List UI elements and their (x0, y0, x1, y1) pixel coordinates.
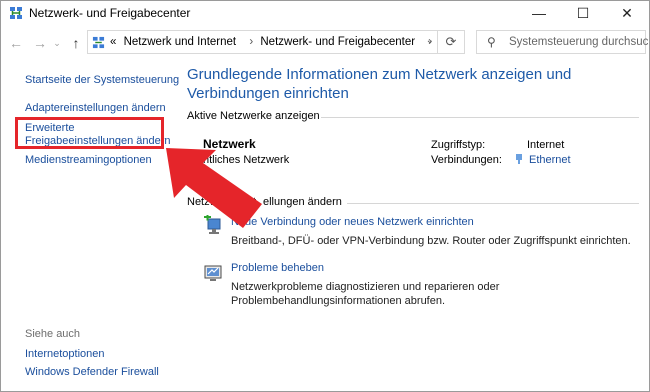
see-also-firewall[interactable]: Windows Defender Firewall (25, 365, 159, 379)
sidebar-item-media-streaming[interactable]: Medienstreamingoptionen (25, 153, 152, 167)
control-panel-window: Netzwerk- und Freigabecenter — ☐ ✕ ← → ⌄… (0, 0, 650, 392)
network-type: ntliches Netzwerk (203, 154, 290, 166)
minimize-button[interactable]: — (517, 1, 561, 25)
new-connection-icon (204, 215, 221, 234)
change-settings-visible-start: Netzwerkeinst (187, 196, 257, 208)
access-type-label: Zugriffstyp: (431, 139, 486, 151)
task-new-connection-desc: Breitband-, DFÜ- oder VPN-Verbindung bzw… (231, 235, 631, 247)
ethernet-link[interactable]: Ethernet (529, 154, 571, 166)
search-box[interactable]: ⚲ Systemsteuerung durchsuch... (476, 30, 649, 54)
navigation-bar: ← → ⌄ ↑ « Netzwerk und Internet › Netzwe… (1, 30, 649, 56)
connections-label: Verbindungen: (431, 154, 502, 166)
annotation-highlight-box (15, 117, 164, 149)
divider (321, 117, 639, 118)
network-location-icon (92, 36, 105, 49)
search-input[interactable]: Systemsteuerung durchsuch... (509, 36, 649, 48)
address-bar[interactable]: « Netzwerk und Internet › Netzwerk- und … (87, 30, 465, 54)
troubleshoot-icon (204, 265, 222, 281)
network-name: Netzwerk (203, 137, 256, 151)
breadcrumb: « Netzwerk und Internet › Netzwerk- und … (110, 36, 436, 48)
recent-dropdown-icon[interactable]: ⌄ (52, 34, 62, 52)
refresh-button[interactable]: ⟳ (437, 31, 464, 53)
breadcrumb-network-center[interactable]: Netzwerk- und Freigabecenter (260, 36, 415, 48)
close-button[interactable]: ✕ (605, 1, 649, 25)
task-new-connection-link[interactable]: Neue Verbindung oder neues Netzwerk einr… (231, 216, 474, 228)
breadcrumb-overflow[interactable]: « (110, 36, 116, 48)
ethernet-icon (516, 154, 522, 164)
maximize-button[interactable]: ☐ (561, 1, 605, 25)
chevron-down-icon[interactable]: ⌄ (426, 35, 434, 46)
active-networks-heading: Aktive Netzwerke anzeigen (187, 110, 320, 122)
sidebar-item-home[interactable]: Startseite der Systemsteuerung (25, 73, 179, 87)
search-icon: ⚲ (487, 35, 496, 49)
task-troubleshoot-link[interactable]: Probleme beheben (231, 262, 324, 274)
forward-arrow-icon[interactable]: → (31, 34, 49, 52)
breadcrumb-network-internet[interactable]: Netzwerk und Internet (124, 36, 237, 48)
up-arrow-icon[interactable]: ↑ (67, 34, 85, 52)
back-arrow-icon[interactable]: ← (7, 34, 25, 52)
sidebar-item-adapter-settings[interactable]: Adaptereinstellungen ändern (25, 101, 166, 115)
title-bar[interactable]: Netzwerk- und Freigabecenter — ☐ ✕ (1, 1, 649, 25)
see-also-heading: Siehe auch (25, 328, 81, 340)
task-troubleshoot-desc: Netzwerkprobleme diagnostizieren und rep… (231, 281, 500, 307)
page-title: Grundlegende Informationen zum Netzwerk … (187, 66, 572, 102)
see-also-internet-options[interactable]: Internetoptionen (25, 347, 105, 361)
change-settings-visible-end: ellungen ändern (263, 196, 342, 208)
network-center-icon (10, 7, 22, 19)
access-type-value: Internet (527, 139, 565, 151)
divider (347, 203, 639, 204)
window-title: Netzwerk- und Freigabecenter (29, 6, 191, 20)
chevron-right-icon[interactable]: › (249, 36, 253, 48)
